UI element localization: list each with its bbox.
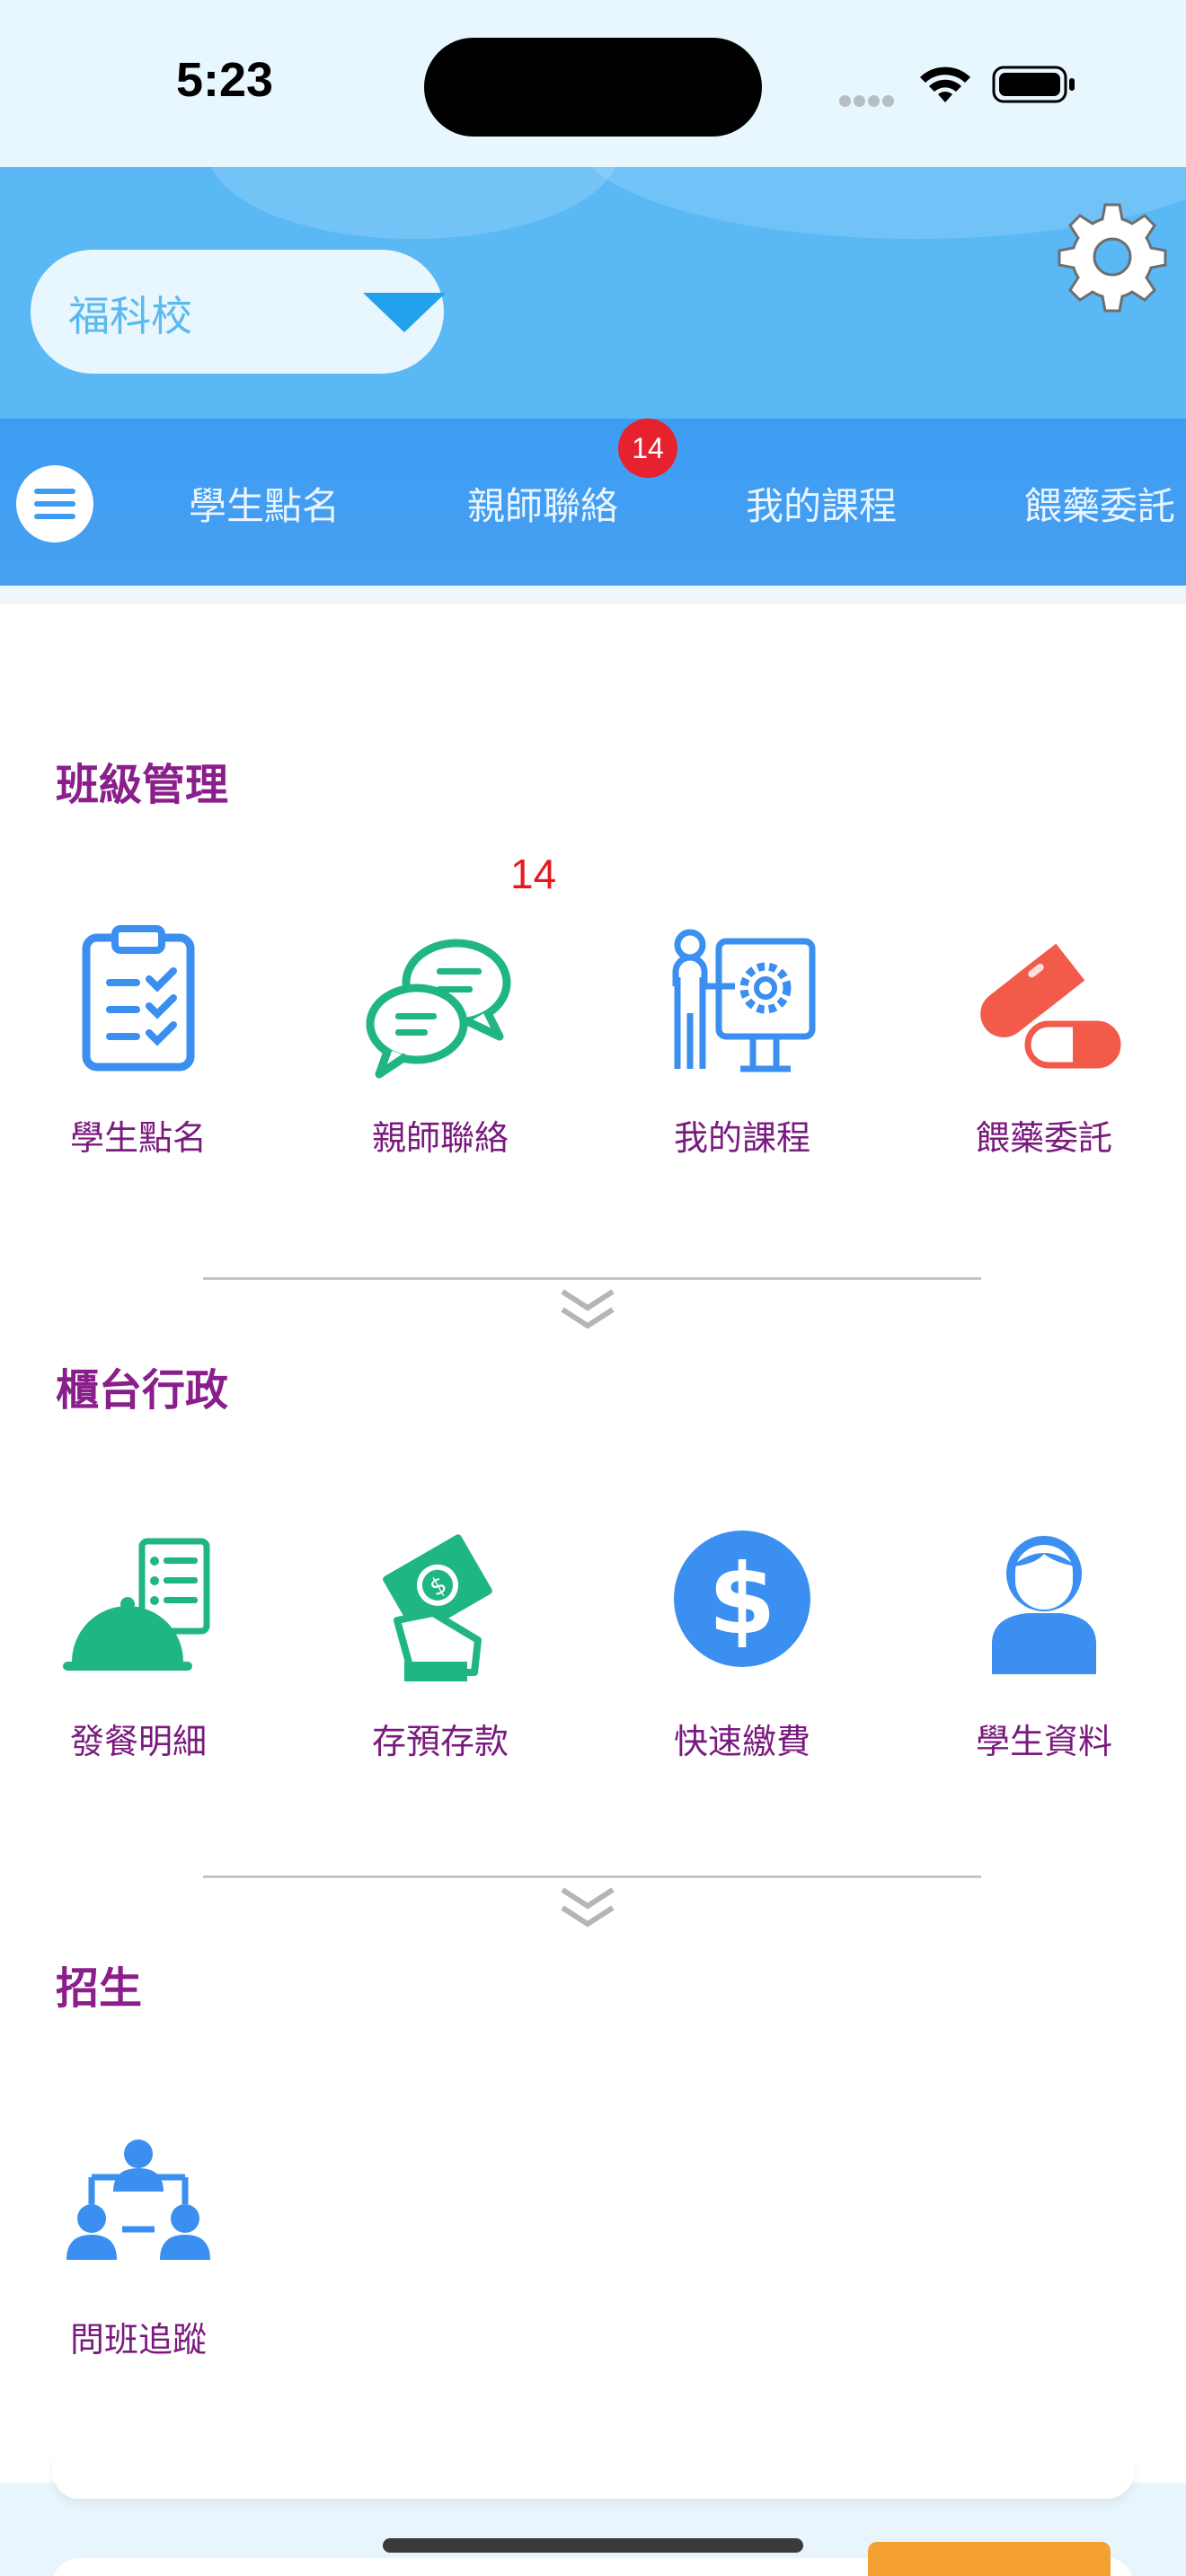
battery-icon	[992, 66, 1075, 103]
nav-tab-my-courses[interactable]: 我的課程	[746, 476, 897, 531]
section-title-front-desk: 櫃台行政	[56, 1365, 229, 1416]
status-bar: 5:23	[0, 0, 1186, 167]
top-nav-bar: 學生點名 親師聯絡 14 我的課程 餵藥委託	[0, 419, 1186, 586]
dynamic-island	[424, 38, 762, 137]
nav-tab-medication[interactable]: 餵藥委託	[1024, 476, 1175, 531]
app-header: 福科校	[0, 167, 1186, 419]
money-hand-icon: $	[383, 1534, 492, 1681]
section-title-enrollment: 招生	[56, 1963, 143, 2014]
hamburger-menu-button[interactable]	[16, 465, 93, 543]
nav-tab-parent-contact[interactable]: 親師聯絡	[467, 476, 618, 531]
parent-contact-badge: 14	[510, 851, 557, 897]
home-indicator	[383, 2538, 803, 2553]
section-divider	[203, 1875, 981, 1878]
wifi-icon	[920, 66, 970, 102]
menu-item-label: 親師聯絡	[371, 1118, 509, 1158]
expand-chevron-icon[interactable]	[557, 1884, 618, 1931]
nav-tab-roll-call[interactable]: 學生點名	[189, 476, 340, 531]
svg-text:$: $	[708, 1544, 775, 1656]
section-title-class-management: 班級管理	[56, 760, 229, 810]
menu-item-label: 學生資料	[975, 1722, 1112, 1761]
teacher-presentation-icon	[672, 929, 816, 1072]
menu-item-label: 餵藥委託	[975, 1118, 1112, 1158]
settings-gear-icon[interactable]	[1055, 199, 1170, 314]
cellular-signal-icon	[839, 93, 897, 110]
student-profile-icon	[992, 1536, 1096, 1674]
orange-tab[interactable]	[868, 2542, 1111, 2576]
menu-item-label: 發餐明細	[69, 1722, 207, 1761]
expand-chevron-icon[interactable]	[557, 1286, 618, 1333]
meal-cloche-list-icon	[63, 1538, 210, 1671]
org-chart-people-icon	[66, 2139, 210, 2260]
status-time: 5:23	[175, 53, 274, 107]
medicine-capsule-icon	[980, 943, 1121, 1069]
school-selector[interactable]: 福科校	[31, 250, 446, 374]
menu-card-edge	[52, 2456, 1134, 2499]
menu-item-label: 存預存款	[371, 1722, 509, 1761]
dropdown-caret-icon	[363, 293, 446, 332]
section-divider	[203, 1277, 981, 1280]
school-selector-value: 福科校	[68, 292, 192, 340]
menu-item-label: 快速繳費	[673, 1722, 810, 1761]
menu-item-label: 問班追蹤	[69, 2320, 207, 2360]
dollar-coin-icon: $	[674, 1531, 810, 1667]
menu-item-label: 學生點名	[69, 1118, 207, 1158]
menu-item-label: 我的課程	[673, 1118, 810, 1158]
nav-notification-badge: 14	[618, 419, 677, 478]
chat-bubbles-icon	[366, 939, 511, 1079]
clipboard-checklist-icon	[82, 925, 195, 1072]
